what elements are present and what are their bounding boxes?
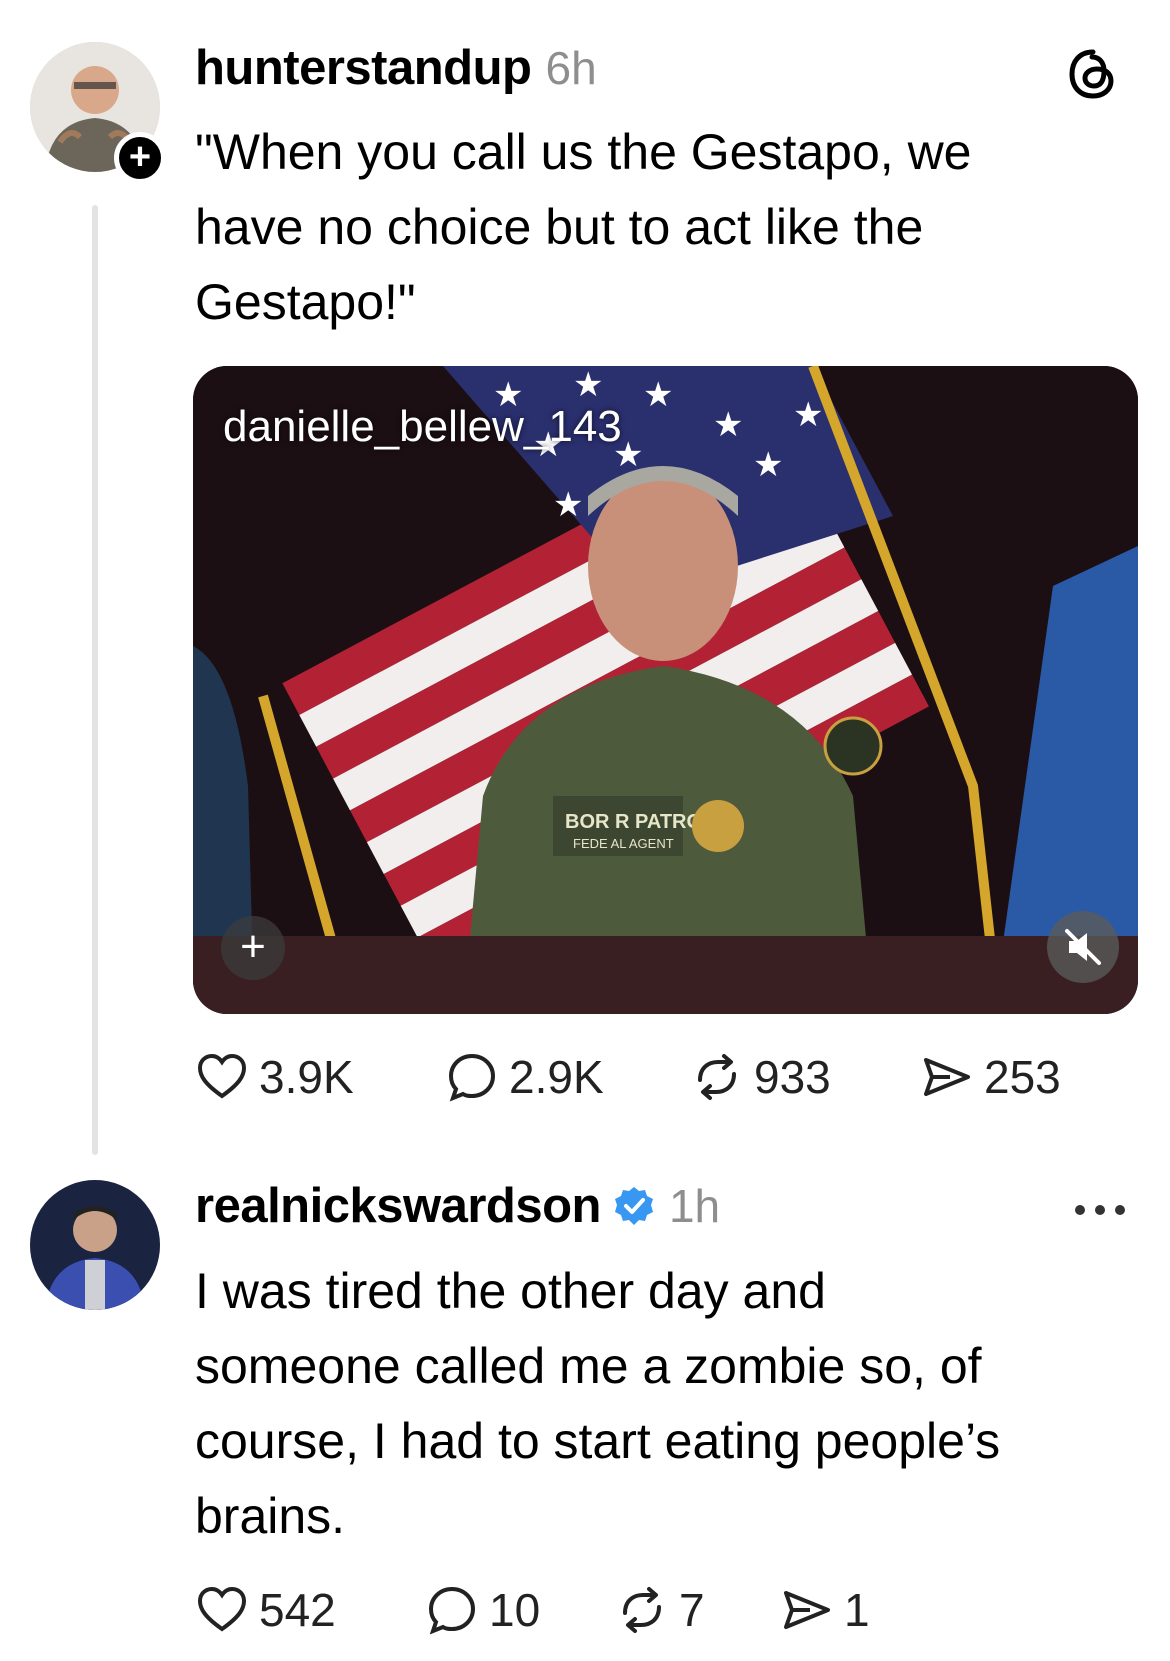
heart-icon — [197, 1586, 247, 1632]
post-text-line: someone called me a zombie so, of — [195, 1338, 982, 1394]
share-button[interactable]: 1 — [780, 1583, 870, 1637]
like-count: 3.9K — [259, 1051, 354, 1103]
send-icon — [924, 1058, 970, 1096]
svg-text:★: ★ — [713, 405, 743, 445]
post-text-line: Gestapo!" — [195, 274, 416, 330]
repost-button[interactable]: 7 — [615, 1583, 780, 1637]
send-icon — [784, 1591, 830, 1629]
post-text-line: "When you call us the Gestapo, we — [195, 124, 972, 180]
repost-button[interactable]: 933 — [690, 1050, 920, 1104]
comment-icon — [428, 1586, 476, 1635]
badge-text: BOR R PATROL — [565, 811, 714, 833]
reply-count: 2.9K — [509, 1051, 604, 1103]
action-bar: 3.9K 2.9K 933 253 — [195, 1050, 1061, 1104]
avatar[interactable] — [30, 1180, 160, 1310]
username[interactable]: realnickswardson — [195, 1178, 601, 1234]
video-watermark-handle: danielle_bellew_143 — [223, 402, 622, 451]
svg-text:★: ★ — [793, 395, 823, 435]
threads-logo-icon[interactable] — [1065, 46, 1121, 102]
verified-badge-icon — [614, 1187, 653, 1225]
more-options-icon[interactable] — [1070, 1200, 1130, 1220]
repost-icon — [698, 1054, 736, 1100]
like-button[interactable]: 542 — [195, 1583, 425, 1637]
reply-count: 10 — [489, 1584, 541, 1636]
reply-button[interactable]: 2.9K — [445, 1050, 690, 1104]
timestamp: 6h — [545, 42, 597, 94]
follow-plus-button[interactable]: + — [114, 132, 166, 184]
svg-text:★: ★ — [753, 445, 783, 485]
username[interactable]: hunterstandup — [195, 40, 532, 96]
reply-button[interactable]: 10 — [425, 1583, 615, 1637]
speaker-muted-icon — [1065, 929, 1101, 965]
repost-count: 933 — [754, 1051, 831, 1103]
post-header: hunterstandup 6h — [195, 40, 597, 96]
video-player[interactable]: ★ ★ ★ ★ ★ ★ ★ ★ ★ BOR R PATROL FEDE AL AGENT d… — [193, 366, 1138, 1014]
badge-text: FEDE AL AGENT — [573, 836, 674, 851]
post-hunterstandup: + hunterstandup 6h "When you call us the… — [0, 0, 1170, 1160]
thread-line — [92, 205, 98, 1155]
post-text: I was tired the other day and someone ca… — [195, 1254, 1125, 1554]
video-add-button[interactable]: + — [221, 916, 285, 980]
repost-icon — [623, 1587, 661, 1633]
post-header: realnickswardson 1h — [195, 1178, 720, 1234]
mute-button[interactable] — [1047, 911, 1119, 983]
svg-text:★: ★ — [573, 366, 603, 405]
comment-icon — [448, 1053, 496, 1102]
post-text: "When you call us the Gestapo, we have n… — [195, 115, 1125, 340]
like-count: 542 — [259, 1584, 336, 1636]
svg-text:★: ★ — [643, 375, 673, 415]
svg-text:★: ★ — [553, 485, 583, 525]
post-text-line: I was tired the other day and — [195, 1263, 826, 1319]
heart-icon — [197, 1053, 247, 1099]
timestamp: 1h — [668, 1180, 721, 1232]
post-text-line: brains. — [195, 1488, 346, 1544]
share-button[interactable]: 253 — [920, 1050, 1061, 1104]
post-text-line: course, I had to start eating people’s — [195, 1413, 1001, 1469]
share-count: 253 — [984, 1051, 1061, 1103]
like-button[interactable]: 3.9K — [195, 1050, 445, 1104]
action-bar: 542 10 7 1 — [195, 1583, 870, 1637]
repost-count: 7 — [679, 1584, 705, 1636]
post-text-line: have no choice but to act like the — [195, 199, 924, 255]
video-frame: ★ ★ ★ ★ ★★ ★★★ BOR R PATROL FEDE AL AGENT — [193, 366, 1138, 1014]
share-count: 1 — [844, 1584, 870, 1636]
